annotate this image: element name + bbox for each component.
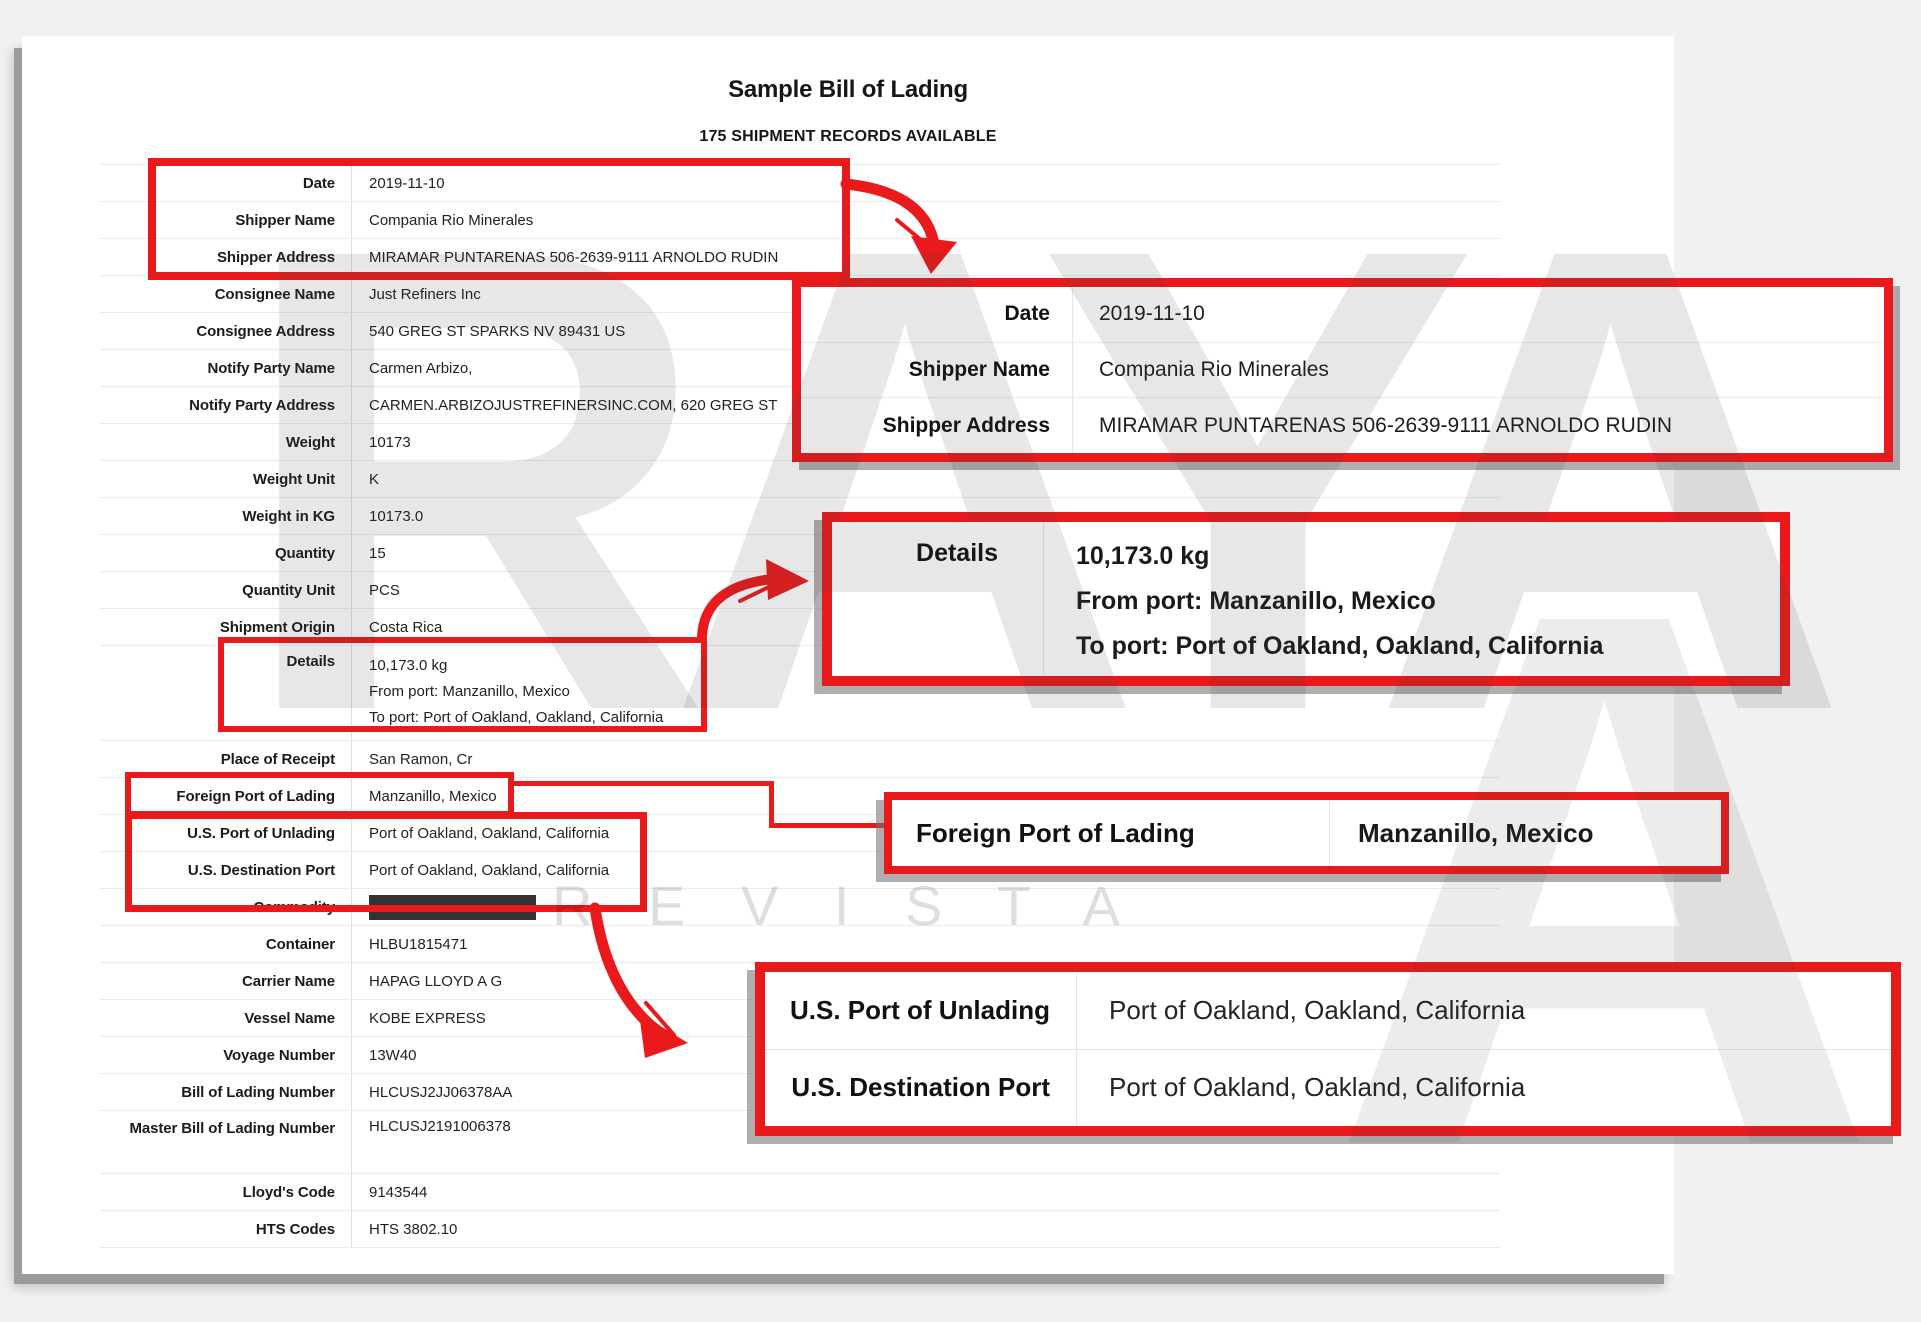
highlight-box-foreign-port <box>125 772 514 817</box>
callout-row-label: U.S. Destination Port <box>765 1050 1077 1127</box>
row-label: Weight <box>100 424 352 460</box>
row-label: Quantity <box>100 535 352 571</box>
callout-foreign-port: Foreign Port of Lading Manzanillo, Mexic… <box>884 792 1729 874</box>
row-value: San Ramon, Cr <box>352 751 1500 768</box>
screenshot-root: Sample Bill of Lading 175 SHIPMENT RECOR… <box>0 0 1921 1322</box>
row-value: K <box>352 471 1500 488</box>
callout-details-label: Details <box>832 522 1044 676</box>
row-label: Voyage Number <box>100 1037 352 1073</box>
row-label: Container <box>100 926 352 962</box>
callout-details-line: 10,173.0 kg <box>1076 534 1780 579</box>
connector-line <box>769 823 888 828</box>
callout-foreign-port-label: Foreign Port of Lading <box>892 800 1330 866</box>
callout-row-value: Port of Oakland, Oakland, California <box>1077 995 1891 1026</box>
callout-row-value: Compania Rio Minerales <box>1073 358 1884 382</box>
callout-row: Date2019-11-10 <box>801 287 1884 342</box>
row-label: Master Bill of Lading Number <box>100 1111 352 1173</box>
row-value: HLBU1815471 <box>352 936 1500 953</box>
table-row: ContainerHLBU1815471 <box>100 925 1500 962</box>
row-label: Consignee Name <box>100 276 352 312</box>
highlight-box-shipper <box>148 158 850 280</box>
callout-details-line: To port: Port of Oakland, Oakland, Calif… <box>1076 624 1780 669</box>
callout-row-label: Date <box>801 287 1073 342</box>
table-row: Lloyd's Code9143544 <box>100 1173 1500 1210</box>
callout-row: Shipper NameCompania Rio Minerales <box>801 342 1884 398</box>
callout-row-value: Port of Oakland, Oakland, California <box>1077 1072 1891 1103</box>
page-title: Sample Bill of Lading <box>22 76 1674 104</box>
row-label: Weight Unit <box>100 461 352 497</box>
table-row: Weight UnitK <box>100 460 1500 497</box>
row-label: Vessel Name <box>100 1000 352 1036</box>
highlight-box-details <box>218 637 707 732</box>
callout-row-value: 2019-11-10 <box>1073 302 1884 326</box>
row-label: Notify Party Name <box>100 350 352 386</box>
callout-us-ports: U.S. Port of UnladingPort of Oakland, Oa… <box>755 962 1901 1136</box>
row-label: Consignee Address <box>100 313 352 349</box>
callout-foreign-port-value: Manzanillo, Mexico <box>1330 818 1721 849</box>
page-subtitle: 175 SHIPMENT RECORDS AVAILABLE <box>22 128 1674 146</box>
row-label: HTS Codes <box>100 1211 352 1247</box>
callout-shipper: Date2019-11-10Shipper NameCompania Rio M… <box>792 278 1893 462</box>
row-label: Notify Party Address <box>100 387 352 423</box>
row-label: Quantity Unit <box>100 572 352 608</box>
callout-row: Shipper AddressMIRAMAR PUNTARENAS 506-26… <box>801 397 1884 453</box>
callout-details-value: 10,173.0 kgFrom port: Manzanillo, Mexico… <box>1044 522 1780 676</box>
callout-row-value: MIRAMAR PUNTARENAS 506-2639-9111 ARNOLDO… <box>1073 414 1884 438</box>
callout-row: U.S. Port of UnladingPort of Oakland, Oa… <box>765 972 1891 1049</box>
row-label: Bill of Lading Number <box>100 1074 352 1110</box>
row-label: Carrier Name <box>100 963 352 999</box>
row-value: HTS 3802.10 <box>352 1221 1500 1238</box>
connector-line <box>508 781 774 786</box>
table-row: HTS CodesHTS 3802.10 <box>100 1210 1500 1247</box>
callout-row: U.S. Destination PortPort of Oakland, Oa… <box>765 1049 1891 1127</box>
highlight-box-us-ports <box>125 812 647 912</box>
callout-row-label: U.S. Port of Unlading <box>765 972 1077 1049</box>
row-label: Weight in KG <box>100 498 352 534</box>
callout-row-label: Shipper Address <box>801 398 1073 453</box>
row-label: Lloyd's Code <box>100 1174 352 1210</box>
callout-details-line: From port: Manzanillo, Mexico <box>1076 579 1780 624</box>
connector-line <box>769 781 774 828</box>
row-value: 9143544 <box>352 1184 1500 1201</box>
callout-details: Details 10,173.0 kgFrom port: Manzanillo… <box>822 512 1790 686</box>
callout-row-label: Shipper Name <box>801 343 1073 398</box>
